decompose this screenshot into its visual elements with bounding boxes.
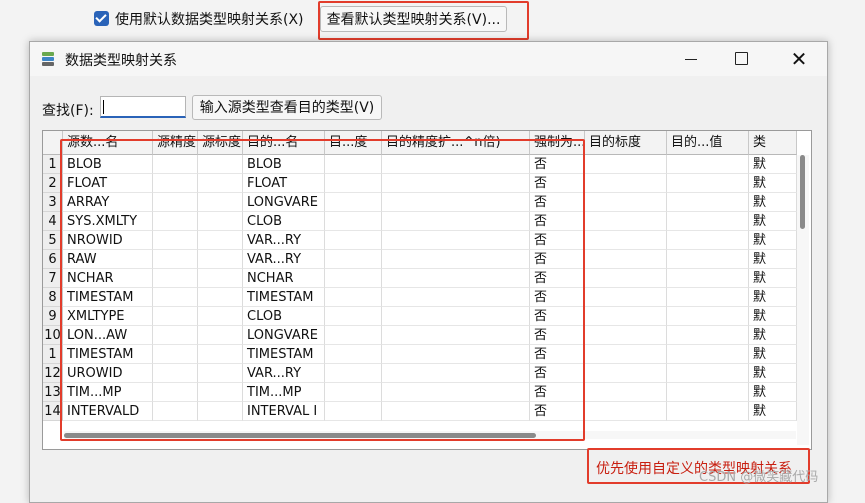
table-cell[interactable]: 默 [749, 402, 797, 421]
use-default-checkbox[interactable] [94, 11, 109, 26]
table-cell[interactable] [667, 155, 749, 174]
dialog-title: 数据类型映射关系 [65, 53, 177, 69]
table-cell[interactable] [667, 364, 749, 383]
table-cell[interactable] [667, 307, 749, 326]
vertical-scroll-thumb[interactable] [800, 155, 805, 229]
table-cell[interactable]: 默 [749, 269, 797, 288]
table-cell[interactable] [667, 212, 749, 231]
use-default-label[interactable]: 使用默认数据类型映射关系(X) [115, 9, 304, 29]
table-cell[interactable] [667, 174, 749, 193]
annotation-box-grid [60, 139, 585, 441]
annotation-box-view-button [318, 1, 529, 40]
column-header[interactable]: 目的...值 [667, 131, 749, 155]
table-cell[interactable] [667, 345, 749, 364]
table-cell[interactable] [585, 326, 667, 345]
table-cell[interactable] [585, 288, 667, 307]
table-cell[interactable]: 默 [749, 212, 797, 231]
table-cell[interactable] [667, 288, 749, 307]
parent-window-strip: 使用默认数据类型映射关系(X) 查看默认类型映射关系(V)... [0, 0, 865, 42]
table-cell[interactable] [585, 193, 667, 212]
table-cell[interactable] [585, 212, 667, 231]
vertical-scrollbar[interactable] [797, 155, 809, 445]
table-cell[interactable] [585, 231, 667, 250]
table-cell[interactable] [667, 193, 749, 212]
table-cell[interactable] [585, 383, 667, 402]
table-cell[interactable] [585, 345, 667, 364]
table-cell[interactable]: 默 [749, 326, 797, 345]
table-cell[interactable]: 默 [749, 174, 797, 193]
database-icon [42, 52, 54, 66]
table-cell[interactable]: 默 [749, 345, 797, 364]
table-cell[interactable] [667, 326, 749, 345]
table-cell[interactable] [667, 231, 749, 250]
maximize-icon[interactable] [731, 48, 753, 70]
table-cell[interactable] [585, 402, 667, 421]
lookup-by-source-type-button[interactable]: 输入源类型查看目的类型(V) [192, 95, 382, 120]
table-cell[interactable] [585, 307, 667, 326]
close-icon[interactable]: ✕ [788, 48, 810, 70]
find-input[interactable] [100, 96, 186, 118]
table-cell[interactable] [585, 174, 667, 193]
table-cell[interactable]: 默 [749, 288, 797, 307]
minimize-icon[interactable] [680, 48, 702, 70]
table-cell[interactable] [667, 402, 749, 421]
dialog-titlebar[interactable]: 数据类型映射关系 ✕ [30, 42, 827, 76]
table-cell[interactable] [667, 269, 749, 288]
table-cell[interactable] [585, 155, 667, 174]
table-cell[interactable]: 默 [749, 383, 797, 402]
watermark: CSDN @微笑藏代码 [699, 470, 819, 485]
table-cell[interactable]: 默 [749, 193, 797, 212]
table-cell[interactable] [585, 250, 667, 269]
table-cell[interactable]: 默 [749, 364, 797, 383]
column-header[interactable]: 目的标度 [585, 131, 667, 155]
table-cell[interactable] [667, 250, 749, 269]
find-label: 查找(F): [42, 103, 94, 119]
table-cell[interactable] [585, 269, 667, 288]
table-cell[interactable]: 默 [749, 231, 797, 250]
table-cell[interactable] [667, 383, 749, 402]
table-cell[interactable]: 默 [749, 155, 797, 174]
table-cell[interactable] [585, 364, 667, 383]
column-header[interactable]: 类 [749, 131, 797, 155]
table-cell[interactable]: 默 [749, 250, 797, 269]
table-cell[interactable]: 默 [749, 307, 797, 326]
